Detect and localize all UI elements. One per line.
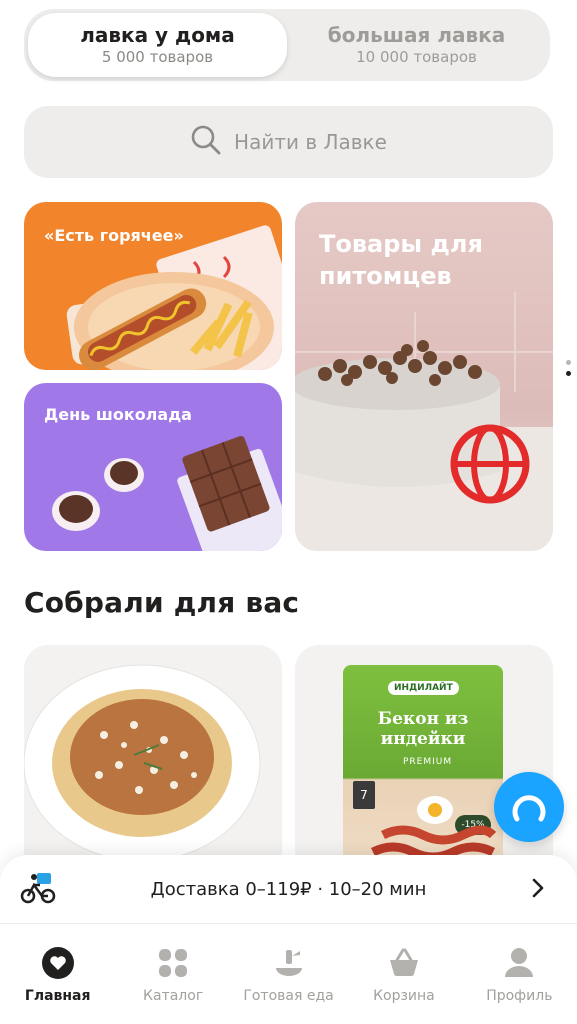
delivery-info-bar[interactable]: Доставка 0–119₽ · 10–20 мин [0,855,577,923]
voice-assistant-button[interactable] [494,772,564,842]
chocolate-illustration [52,436,282,551]
promo-tile-pets[interactable]: Товары для питомцев [295,202,553,551]
scroll-dot [566,360,571,365]
tab-label: Готовая еда [243,988,334,1004]
search-icon [190,124,222,160]
home-heart-icon [41,946,75,980]
tab-home[interactable]: Главная [0,924,115,1024]
store-option-subtitle: 5 000 товаров [101,48,214,66]
product-name: Бекон из индейки [377,709,469,749]
store-option-near-home[interactable]: лавка у дома 5 000 товаров [28,13,287,77]
hotdog-fries-illustration [66,225,282,370]
promo-tile-chocolate-day[interactable]: День шоколада [24,383,282,551]
product-card-bacon[interactable]: ИНДИЛАЙТ Бекон из индейки PREMIUM 7 -15% [295,645,553,875]
promo-tile-hot-food[interactable]: «Есть горячее» [24,202,282,370]
product-card-pasta[interactable] [24,645,282,875]
delivery-text: Доставка 0–119₽ · 10–20 мин [150,878,427,900]
search-placeholder: Найти в Лавке [234,130,387,154]
scroll-dot-active [566,371,571,376]
pet-food-bowl-illustration [295,292,553,551]
tab-label: Профиль [486,988,553,1004]
catalog-grid-icon [156,946,190,980]
bacon-package: ИНДИЛАЙТ Бекон из индейки PREMIUM 7 -15% [343,665,503,870]
tab-profile[interactable]: Профиль [462,924,577,1024]
store-option-title: большая лавка [327,23,506,47]
tab-catalog[interactable]: Каталог [115,924,230,1024]
bottom-tab-bar: Главная Каталог Готовая еда Корзина Проф… [0,923,577,1024]
product-brand: ИНДИЛАЙТ [388,681,459,695]
tab-ready-food[interactable]: Готовая еда [231,924,346,1024]
cart-icon [387,946,421,980]
tab-label: Главная [24,988,91,1004]
assistant-icon [512,795,546,822]
scroll-indicator [566,360,571,376]
store-option-title: лавка у дома [80,23,235,47]
product-tag: PREMIUM [403,757,453,767]
section-title: Собрали для вас [24,586,300,619]
store-switch: лавка у дома 5 000 товаров большая лавка… [24,9,550,81]
tab-cart[interactable]: Корзина [346,924,461,1024]
tab-label: Корзина [373,988,435,1004]
profile-icon [502,946,536,980]
store-option-subtitle: 10 000 товаров [356,48,477,66]
store-option-big[interactable]: большая лавка 10 000 товаров [287,13,546,77]
pasta-dish-image [24,664,261,862]
chevron-right-icon [531,877,545,903]
tab-label: Каталог [143,988,204,1004]
search-input[interactable]: Найти в Лавке [24,106,553,178]
ready-food-icon [272,946,306,980]
